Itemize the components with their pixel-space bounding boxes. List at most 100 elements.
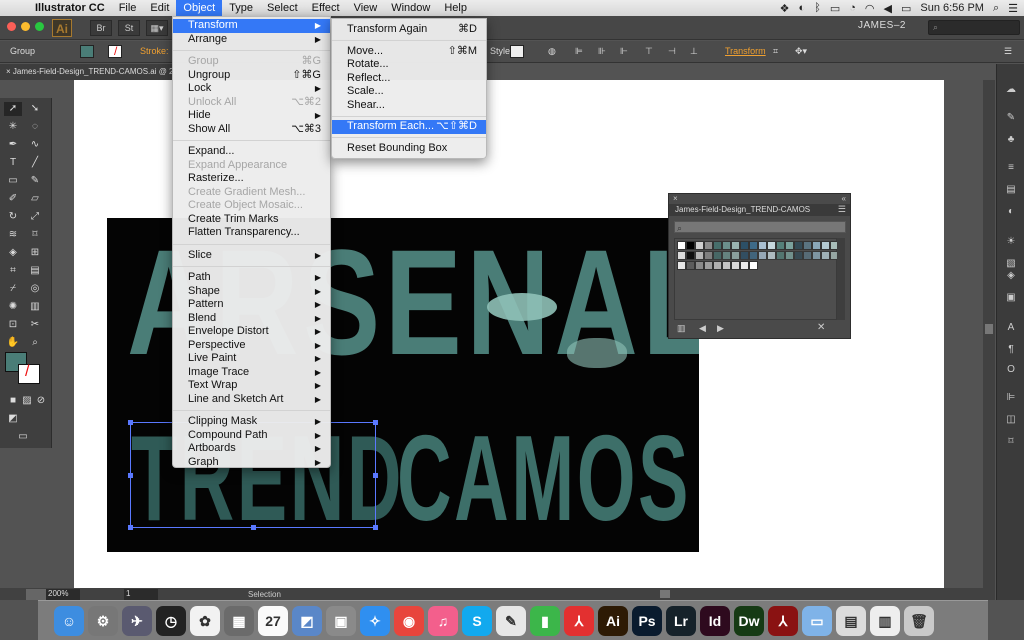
artboard-index-field[interactable]: 1 [124, 589, 158, 600]
menu-item-pattern[interactable]: Pattern ▶ [173, 298, 330, 312]
airplay-icon[interactable]: ▭ [830, 2, 840, 15]
menu-item-rasterize[interactable]: Rasterize... [173, 172, 330, 186]
stroke-panel-icon[interactable]: ≡ [1003, 162, 1019, 176]
align-center-icon[interactable]: ⊪ [598, 46, 606, 57]
swatch[interactable] [704, 251, 713, 260]
free-transform-tool-icon[interactable]: ⌑ [26, 228, 44, 242]
swatch[interactable] [695, 251, 704, 260]
dashboard-dock-icon[interactable]: ◷ [156, 605, 186, 636]
image-capture-dock-icon[interactable]: ▣ [326, 605, 356, 636]
bridge-button[interactable]: Br [90, 19, 112, 36]
battery-icon[interactable]: ▭ [901, 2, 911, 15]
menu-item-clipping-mask[interactable]: Clipping Mask ▶ [173, 415, 330, 429]
blend-tool-icon[interactable]: ◎ [26, 282, 44, 296]
menu-item-show-all[interactable]: Show All ⌥⌘3 [173, 123, 330, 137]
calendar-dock-icon[interactable]: 27 [258, 605, 288, 636]
transform-panel-icon[interactable]: ⌑ [1003, 436, 1019, 450]
swatch[interactable] [713, 251, 722, 260]
swatch[interactable] [767, 251, 776, 260]
zoom-prev-icon[interactable] [26, 589, 46, 600]
opentype-panel-icon[interactable]: O [1003, 364, 1019, 378]
paragraph-panel-icon[interactable]: ¶ [1003, 344, 1019, 358]
swatch[interactable] [686, 241, 695, 250]
transform-submenu[interactable]: Transform Again ⌘D Move... ⇧⌘M Rotate... Refl… [331, 18, 487, 159]
draw-mode-icon[interactable]: ◩ [4, 412, 22, 426]
swatch[interactable] [776, 241, 785, 250]
menu-item-transform-each[interactable]: Transform Each... ⌥⇧⌘D [332, 120, 486, 134]
swatch[interactable] [722, 261, 731, 270]
shaper-tool-icon[interactable]: ✐ [4, 192, 22, 206]
menu-item-shape[interactable]: Shape ▶ [173, 285, 330, 299]
eyedropper-tool-icon[interactable]: ⌿ [4, 282, 22, 296]
swatch-grid[interactable] [674, 238, 839, 320]
resize-handle[interactable] [373, 525, 378, 530]
calculator-dock-icon[interactable]: ▦ [224, 605, 254, 636]
notification-icon[interactable]: ◐ [799, 2, 806, 14]
menu-item-blend[interactable]: Blend ▶ [173, 312, 330, 326]
swatch[interactable] [677, 241, 686, 250]
photoshop-dock-icon[interactable]: Ps [632, 605, 662, 636]
document-dock-icon[interactable]: ▥ [870, 605, 900, 636]
selection-tool-icon[interactable]: ➚ [4, 102, 22, 116]
collapse-panel-icon[interactable]: « [842, 194, 846, 203]
swatch[interactable] [677, 251, 686, 260]
perspective-grid-tool-icon[interactable]: ⊞ [26, 246, 44, 260]
zoom-tool-icon[interactable]: ⌕ [26, 336, 44, 350]
swatch[interactable] [704, 261, 713, 270]
swatch[interactable] [803, 251, 812, 260]
menu-item-perspective[interactable]: Perspective ▶ [173, 339, 330, 353]
symbols-icon[interactable]: ♣ [1003, 134, 1019, 148]
menu-view[interactable]: View [347, 0, 385, 16]
vertical-scrollbar[interactable] [983, 80, 995, 588]
swatch[interactable] [731, 241, 740, 250]
system-preferences-dock-icon[interactable]: ⚙ [88, 605, 118, 636]
swatch[interactable] [758, 251, 767, 260]
swatch[interactable] [821, 251, 830, 260]
resize-handle[interactable] [128, 525, 133, 530]
swatch[interactable] [785, 251, 794, 260]
appearance-panel-icon[interactable]: ☀ [1003, 236, 1019, 250]
shape-builder-tool-icon[interactable]: ◈ [4, 246, 22, 260]
swatch[interactable] [758, 241, 767, 250]
swatch-library-panel[interactable]: × « James-Field-Design_TREND-CAMOS ☰ ⌕ ▥… [668, 193, 851, 339]
dreamweaver-dock-icon[interactable]: Dw [734, 605, 764, 636]
menu-effect[interactable]: Effect [305, 0, 347, 16]
direct-selection-tool-icon[interactable]: ➘ [26, 102, 44, 116]
menu-item-scale[interactable]: Scale... [332, 85, 486, 99]
type-tool-icon[interactable]: T [4, 156, 22, 170]
safari-dock-icon[interactable]: ✧ [360, 605, 390, 636]
transform-link[interactable]: Transform [725, 46, 766, 56]
swatch-scrollbar[interactable] [837, 238, 845, 320]
close-tab-icon[interactable]: × [6, 67, 11, 76]
layers-icon[interactable]: ◈ [1003, 270, 1019, 284]
artboard-tool-icon[interactable]: ⊡ [4, 318, 22, 332]
menu-item-path[interactable]: Path ▶ [173, 271, 330, 285]
swatch[interactable] [794, 241, 803, 250]
swatch[interactable] [731, 261, 740, 270]
stock-button[interactable]: St [118, 19, 140, 36]
artwork-text-camos[interactable]: CAMOS [397, 408, 691, 548]
swatch[interactable] [749, 251, 758, 260]
transparency-panel-icon[interactable]: ◐ [1003, 206, 1019, 220]
menu-item-line-and-sketch-art[interactable]: Line and Sketch Art ▶ [173, 393, 330, 407]
menu-item-rotate[interactable]: Rotate... [332, 58, 486, 72]
isolate-icon[interactable]: ⌗ [773, 46, 778, 57]
menu-illustrator[interactable]: Illustrator CC [28, 0, 112, 16]
swatch[interactable] [695, 261, 704, 270]
menu-item-live-paint[interactable]: Live Paint ▶ [173, 352, 330, 366]
swatch[interactable] [749, 261, 758, 270]
swatch[interactable] [740, 261, 749, 270]
menu-item-reflect[interactable]: Reflect... [332, 72, 486, 86]
menu-item-artboards[interactable]: Artboards ▶ [173, 442, 330, 456]
swatch[interactable] [803, 241, 812, 250]
launchpad-dock-icon[interactable]: ✈ [122, 605, 152, 636]
swatch[interactable] [713, 241, 722, 250]
none-mode-icon[interactable]: ⊘ [32, 394, 50, 408]
arrange-icon[interactable]: ✥▾ [795, 46, 807, 57]
stroke-swatch[interactable]: / [108, 44, 122, 58]
swatch[interactable] [749, 241, 758, 250]
fill-swatch[interactable] [80, 45, 94, 58]
workspace-switcher[interactable]: JAMES–2 [858, 20, 906, 31]
list-icon[interactable]: ☰ [1008, 2, 1018, 15]
menu-object[interactable]: Object [176, 0, 223, 16]
